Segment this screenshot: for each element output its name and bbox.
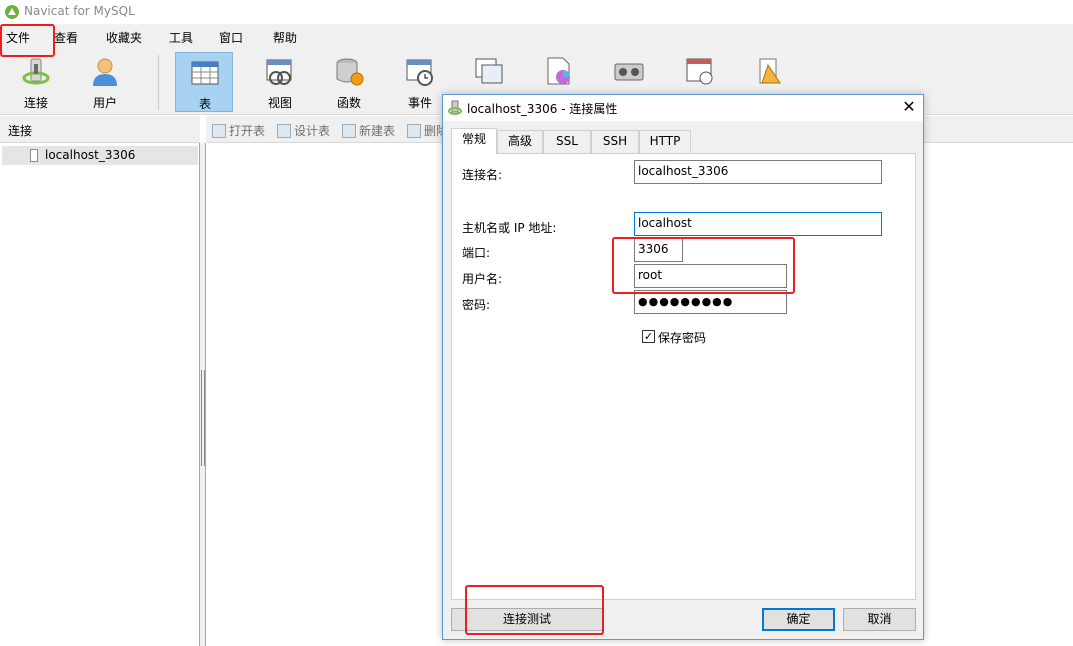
checkbox-check-icon[interactable]: ✓ bbox=[642, 330, 655, 343]
close-icon[interactable]: ✕ bbox=[899, 97, 919, 117]
menu-help[interactable]: 帮助 bbox=[273, 29, 297, 46]
toolbar-label: 函数 bbox=[336, 96, 361, 110]
event-icon bbox=[406, 59, 433, 86]
menu-window[interactable]: 窗口 bbox=[219, 29, 243, 46]
toolbar-connection-button[interactable]: 连接 bbox=[7, 52, 65, 112]
tab-ssl[interactable]: SSL bbox=[543, 130, 591, 153]
connection-name-input[interactable]: localhost_3306 bbox=[634, 160, 882, 184]
view-icon bbox=[266, 59, 292, 85]
schedule-icon[interactable] bbox=[684, 55, 716, 87]
query-icon[interactable] bbox=[473, 55, 505, 87]
menu-favorites[interactable]: 收藏夹 bbox=[106, 29, 142, 46]
toolbar-label: 表 bbox=[198, 97, 211, 111]
toolbar-label: 用户 bbox=[92, 96, 117, 110]
toolbar-table-button[interactable]: 表 bbox=[175, 52, 233, 112]
connection-icon bbox=[22, 58, 50, 85]
user-icon bbox=[93, 58, 117, 86]
toolbar-label: 连接 bbox=[23, 96, 48, 110]
toolbar-separator bbox=[158, 55, 159, 110]
splitter-grip[interactable] bbox=[201, 370, 205, 466]
connection-name-label: 连接名: bbox=[462, 168, 503, 182]
toolbar-event-button[interactable]: 事件 bbox=[391, 52, 449, 112]
model-icon[interactable] bbox=[754, 55, 786, 87]
app-titlebar: Navicat for MySQL bbox=[0, 0, 1073, 24]
connection-pane-header: 连接 bbox=[0, 116, 200, 143]
open-table-button[interactable]: 打开表 bbox=[212, 122, 265, 139]
save-password-label: 保存密码 bbox=[658, 331, 707, 345]
report-icon[interactable] bbox=[543, 55, 575, 87]
open-table-icon bbox=[212, 124, 226, 138]
port-label: 端口: bbox=[462, 246, 491, 260]
menu-tools[interactable]: 工具 bbox=[169, 29, 193, 46]
menu-file[interactable]: 文件 bbox=[6, 29, 30, 46]
password-input[interactable]: ●●●●●●●●● bbox=[634, 290, 787, 314]
new-table-button[interactable]: 新建表 bbox=[342, 122, 395, 139]
general-tab-panel: 连接名: localhost_3306 主机名或 IP 地址: localhos… bbox=[451, 153, 916, 600]
host-label: 主机名或 IP 地址: bbox=[462, 221, 557, 235]
toolbar-function-button[interactable]: 函数 bbox=[320, 52, 378, 112]
port-input[interactable]: 3306 bbox=[634, 238, 683, 262]
design-table-button[interactable]: 设计表 bbox=[277, 122, 330, 139]
toolbar-label: 视图 bbox=[267, 96, 292, 110]
design-table-icon bbox=[277, 124, 291, 138]
server-icon bbox=[30, 149, 38, 162]
dialog-titlebar: localhost_3306 - 连接属性 ✕ bbox=[443, 95, 923, 121]
toolbar-view-button[interactable]: 视图 bbox=[251, 52, 309, 112]
tab-general[interactable]: 常规 bbox=[451, 128, 497, 154]
username-input[interactable]: root bbox=[634, 264, 787, 288]
toolbar-label: 事件 bbox=[407, 96, 432, 110]
test-connection-button[interactable]: 连接测试 bbox=[451, 608, 603, 631]
menu-bar: 文件 查看 收藏夹 工具 窗口 帮助 bbox=[0, 24, 1073, 49]
cancel-button[interactable]: 取消 bbox=[843, 608, 916, 631]
app-title: Navicat for MySQL bbox=[24, 4, 135, 18]
connection-pane-title: 连接 bbox=[8, 124, 33, 138]
tab-advanced[interactable]: 高级 bbox=[497, 130, 543, 153]
tree-item-localhost[interactable]: localhost_3306 bbox=[2, 146, 198, 165]
function-icon bbox=[336, 58, 364, 86]
toolbar-user-button[interactable]: 用户 bbox=[76, 52, 134, 112]
delete-table-icon bbox=[407, 124, 421, 138]
tab-http[interactable]: HTTP bbox=[639, 130, 691, 153]
connection-icon bbox=[448, 100, 462, 115]
tab-ssh[interactable]: SSH bbox=[591, 130, 639, 153]
host-input[interactable]: localhost bbox=[634, 212, 882, 236]
table-icon bbox=[191, 61, 219, 85]
tree-item-label: localhost_3306 bbox=[45, 148, 136, 162]
username-label: 用户名: bbox=[462, 272, 503, 286]
password-label: 密码: bbox=[462, 298, 491, 312]
ok-button[interactable]: 确定 bbox=[762, 608, 835, 631]
connection-tree[interactable]: localhost_3306 bbox=[0, 143, 200, 646]
backup-icon[interactable] bbox=[613, 55, 645, 87]
dialog-title: localhost_3306 - 连接属性 bbox=[467, 102, 618, 116]
new-table-icon bbox=[342, 124, 356, 138]
menu-view[interactable]: 查看 bbox=[54, 29, 78, 46]
connection-properties-dialog: localhost_3306 - 连接属性 ✕ 常规 高级 SSL SSH HT… bbox=[442, 94, 924, 640]
navicat-logo-icon bbox=[5, 5, 19, 19]
